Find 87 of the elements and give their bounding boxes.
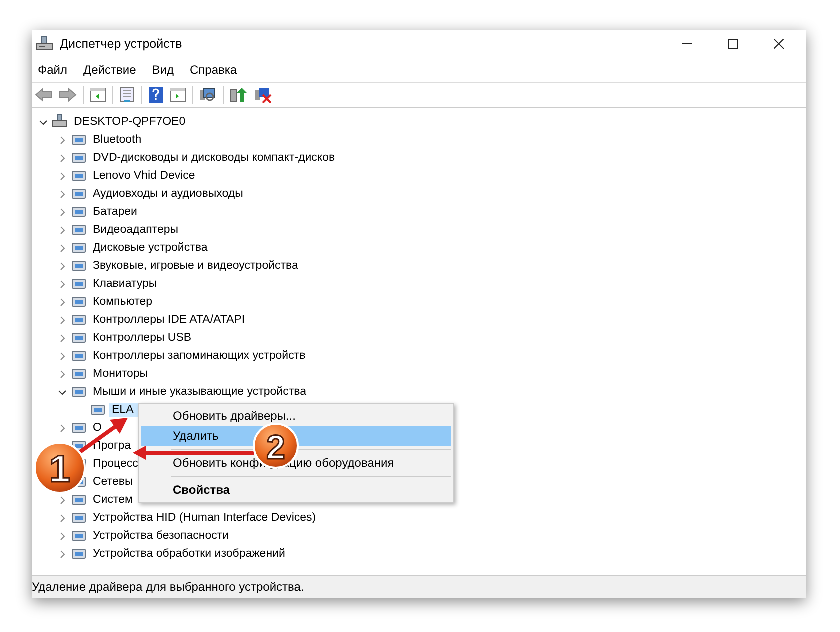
expand-chevron-icon[interactable]	[58, 496, 66, 504]
expand-chevron-icon[interactable]	[58, 262, 66, 270]
device-icon	[71, 150, 87, 166]
tree-item[interactable]: Bluetooth	[90, 133, 145, 147]
expand-chevron-icon[interactable]	[58, 316, 66, 324]
tree-item[interactable]: Контроллеры запоминающих устройств	[90, 349, 309, 363]
tree-item[interactable]: Процесс	[90, 457, 142, 471]
expand-chevron-icon[interactable]	[58, 172, 66, 180]
device-icon	[71, 348, 87, 364]
expand-chevron-icon[interactable]	[58, 298, 66, 306]
expand-chevron-icon[interactable]	[58, 334, 66, 342]
tree-item[interactable]: Видеоадаптеры	[90, 223, 182, 237]
expand-chevron-icon[interactable]	[58, 532, 66, 540]
tree-item[interactable]: DVD-дисководы и дисководы компакт-дисков	[90, 151, 338, 165]
expand-chevron-icon[interactable]	[58, 244, 66, 252]
expand-chevron-icon[interactable]	[58, 226, 66, 234]
tree-item[interactable]: Звуковые, игровые и видеоустройства	[90, 259, 302, 273]
tree-item[interactable]: Батареи	[90, 205, 140, 219]
window-title: Диспетчер устройств	[60, 37, 182, 51]
expand-chevron-icon[interactable]	[58, 514, 66, 522]
scan-icon[interactable]	[199, 87, 217, 103]
device-icon	[71, 366, 87, 382]
tree-item[interactable]: Дисковые устройства	[90, 241, 211, 255]
tree-item[interactable]: Устройства HID (Human Interface Devices)	[90, 511, 320, 525]
update-icon[interactable]	[230, 87, 248, 103]
tree-item[interactable]: Клавиатуры	[90, 277, 160, 291]
expand-chevron-icon[interactable]	[58, 136, 66, 144]
tree-item[interactable]: Компьютер	[90, 295, 156, 309]
device-icon	[71, 510, 87, 526]
panel-icon[interactable]	[90, 87, 106, 103]
device-icon	[71, 186, 87, 202]
tree-item[interactable]: Мыши и иные указывающие устройства	[90, 385, 310, 399]
back-arrow-icon[interactable]	[35, 87, 53, 103]
tree-item[interactable]: Контроллеры IDE ATA/ATAPI	[90, 313, 248, 327]
tree-item[interactable]: Lenovo Vhid Device	[90, 169, 198, 183]
expand-chevron-icon[interactable]	[58, 370, 66, 378]
device-icon	[71, 258, 87, 274]
collapse-chevron-icon[interactable]	[58, 388, 66, 396]
device-icon	[71, 528, 87, 544]
device-icon	[71, 546, 87, 562]
computer-icon	[52, 114, 68, 130]
device-icon	[71, 222, 87, 238]
close-icon[interactable]	[774, 39, 784, 49]
properties-icon[interactable]	[119, 87, 135, 103]
help-icon[interactable]	[148, 87, 164, 103]
device-icon	[71, 492, 87, 508]
device-icon	[71, 420, 87, 436]
collapse-chevron-icon[interactable]	[38, 118, 48, 126]
device-icon	[71, 204, 87, 220]
tree-item[interactable]: Контроллеры USB	[90, 331, 195, 345]
device-icon	[71, 168, 87, 184]
tree-item[interactable]: Систем	[90, 493, 136, 507]
device-icon	[71, 276, 87, 292]
panel-icon[interactable]	[170, 87, 186, 103]
device-icon	[71, 132, 87, 148]
tree-item[interactable]: Мониторы	[90, 367, 152, 381]
step-badge: 1	[34, 442, 86, 494]
computer-icon	[36, 36, 54, 52]
device-icon	[90, 402, 106, 418]
tree-item[interactable]: Сетевы	[90, 475, 136, 489]
expand-chevron-icon[interactable]	[58, 424, 66, 432]
expand-chevron-icon[interactable]	[58, 280, 66, 288]
device-icon	[71, 330, 87, 346]
menu-item[interactable]: Вид	[152, 63, 174, 77]
expand-chevron-icon[interactable]	[58, 550, 66, 558]
forward-arrow-icon[interactable]	[59, 87, 77, 103]
expand-chevron-icon[interactable]	[58, 352, 66, 360]
device-icon	[71, 384, 87, 400]
tree-item[interactable]: DESKTOP-QPF7OE0	[71, 115, 189, 129]
status-text: Удаление драйвера для выбранного устройства.	[32, 580, 304, 594]
context-menu-item[interactable]: Обновить драйверы...	[141, 406, 451, 426]
tree-item[interactable]: Устройства безопасности	[90, 529, 232, 543]
expand-chevron-icon[interactable]	[58, 190, 66, 198]
expand-chevron-icon[interactable]	[58, 154, 66, 162]
maximize-icon[interactable]	[728, 39, 738, 49]
menu-item[interactable]: Справка	[190, 63, 238, 77]
context-menu-item[interactable]: Свойства	[141, 480, 451, 500]
expand-chevron-icon[interactable]	[58, 208, 66, 216]
device-icon	[71, 294, 87, 310]
menu-item[interactable]: Действие	[84, 63, 136, 77]
tree-item[interactable]: Аудиовходы и аудиовыходы	[90, 187, 246, 201]
tree-item[interactable]: Устройства обработки изображений	[90, 547, 288, 561]
device-icon	[71, 240, 87, 256]
menu-item[interactable]: Файл	[38, 63, 68, 77]
tree-item[interactable]: О	[90, 421, 105, 435]
device-icon	[71, 312, 87, 328]
remove-device-icon[interactable]	[254, 87, 272, 103]
